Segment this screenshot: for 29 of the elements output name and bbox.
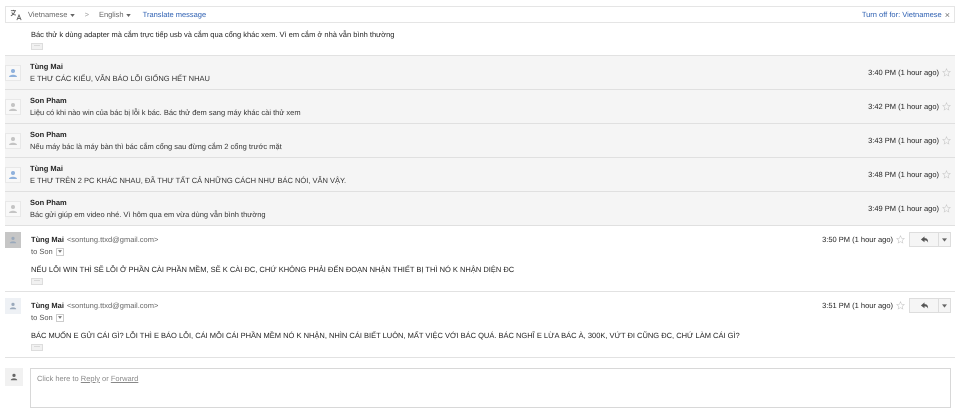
- star-icon[interactable]: [942, 136, 951, 145]
- caret-icon: [70, 14, 75, 17]
- avatar-icon: [5, 132, 21, 148]
- avatar-icon: [5, 200, 21, 216]
- details-dropdown-icon[interactable]: [56, 248, 64, 256]
- reply-button[interactable]: [909, 232, 939, 247]
- reply-button[interactable]: [909, 298, 939, 313]
- close-icon[interactable]: ×: [944, 10, 950, 20]
- caret-icon: [942, 238, 947, 242]
- avatar-icon: [5, 166, 21, 182]
- reply-arrow-icon: [920, 235, 928, 244]
- reply-arrow-icon: [920, 301, 928, 310]
- translate-icon: [10, 8, 22, 20]
- more-dropdown-button[interactable]: [939, 298, 951, 313]
- star-icon[interactable]: [942, 204, 951, 213]
- more-dropdown-button[interactable]: [939, 232, 951, 247]
- caret-icon: [942, 304, 947, 308]
- details-dropdown-icon[interactable]: [56, 314, 64, 322]
- avatar-icon: [5, 64, 21, 80]
- avatar-icon: [5, 98, 21, 114]
- star-icon[interactable]: [942, 68, 951, 77]
- avatar-icon: [5, 368, 23, 386]
- star-icon[interactable]: [942, 170, 951, 179]
- star-icon[interactable]: [942, 102, 951, 111]
- avatar-icon: [5, 232, 21, 248]
- caret-icon: [126, 14, 131, 17]
- avatar-icon: [5, 298, 21, 314]
- star-icon[interactable]: [896, 301, 905, 310]
- star-icon[interactable]: [896, 235, 905, 244]
